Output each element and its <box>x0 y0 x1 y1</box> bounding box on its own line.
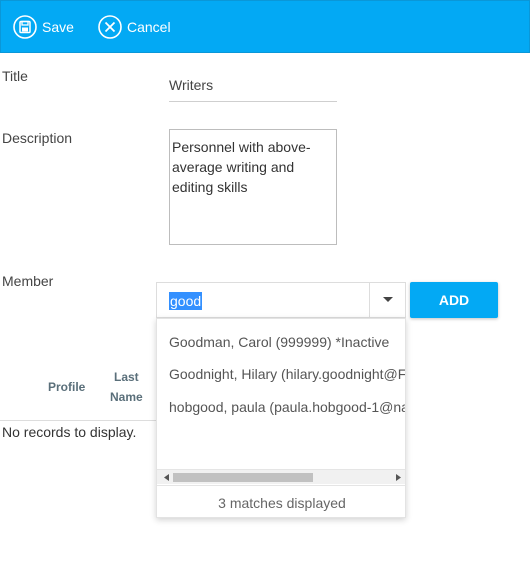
toolbar: Save Cancel <box>0 0 530 53</box>
cancel-label: Cancel <box>127 19 171 35</box>
title-label: Title <box>2 68 28 84</box>
title-input[interactable]: Writers <box>169 72 337 102</box>
save-button[interactable]: Save <box>13 14 74 40</box>
caret-down-icon <box>383 297 393 302</box>
member-label: Member <box>2 273 54 289</box>
description-textarea[interactable]: Personnel with above-average writing and… <box>169 129 337 245</box>
cancel-circle-icon <box>98 15 122 39</box>
scroll-left-icon[interactable] <box>159 470 173 485</box>
member-suggestions-dropdown: Goodman, Carol (999999) *Inactive Goodni… <box>156 318 406 518</box>
matches-count: 3 matches displayed <box>157 485 405 517</box>
empty-grid-message: No records to display. <box>2 424 137 440</box>
column-header-last-name[interactable]: Last Name <box>110 367 143 407</box>
horizontal-scrollbar[interactable] <box>157 469 405 485</box>
dropdown-toggle[interactable] <box>370 283 406 317</box>
member-combobox[interactable]: good <box>156 282 406 318</box>
cancel-button[interactable]: Cancel <box>98 14 171 40</box>
column-header-profile[interactable]: Profile <box>48 377 85 397</box>
add-button[interactable]: ADD <box>410 282 498 318</box>
save-label: Save <box>42 19 74 35</box>
suggestion-item[interactable]: Goodnight, Hilary (hilary.goodnight@Fa <box>169 366 405 382</box>
column-header-last-name-line2: Name <box>110 390 143 404</box>
suggestion-item[interactable]: hobgood, paula (paula.hobgood-1@nas <box>169 399 405 415</box>
save-icon <box>13 15 37 39</box>
column-header-last-name-line1: Last <box>114 370 139 384</box>
scrollbar-thumb[interactable] <box>173 473 313 482</box>
member-search-input[interactable]: good <box>169 292 203 310</box>
description-label: Description <box>2 130 73 146</box>
scroll-right-icon[interactable] <box>391 470 405 485</box>
suggestion-item[interactable]: Goodman, Carol (999999) *Inactive <box>169 334 389 350</box>
grid-header-divider <box>0 420 156 421</box>
